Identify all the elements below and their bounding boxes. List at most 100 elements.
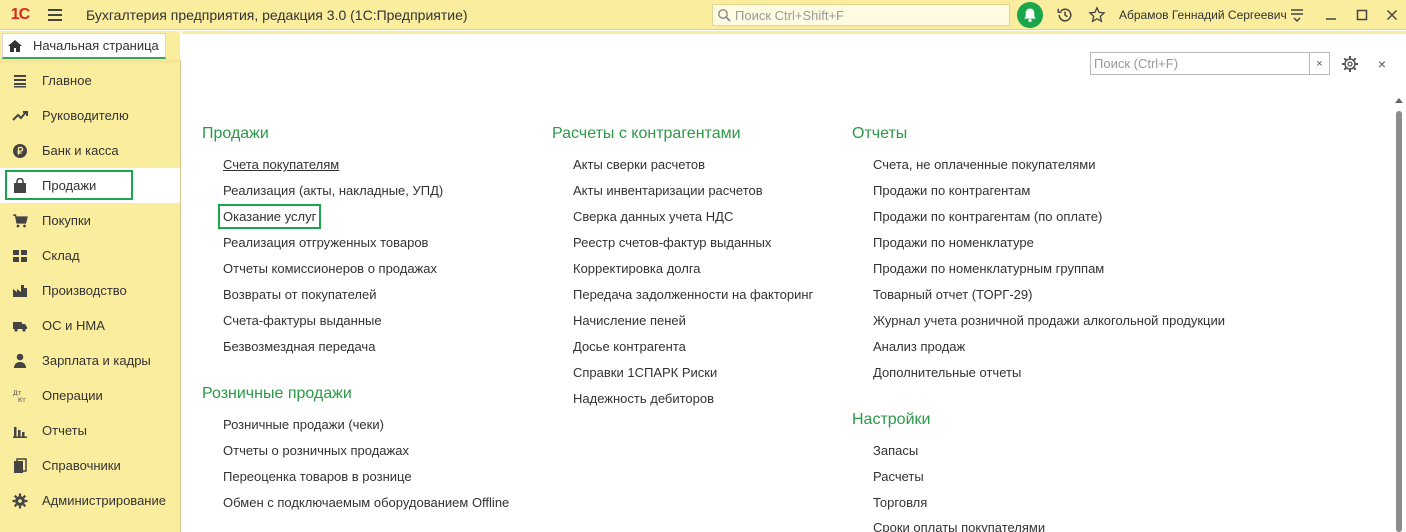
section-title-sales: Продажи [202, 125, 269, 142]
sidebar-item-administration[interactable]: Администрирование [0, 483, 180, 518]
link-issued-invoice-register[interactable]: Реестр счетов-фактур выданных [573, 235, 771, 250]
tab-home-page[interactable]: Начальная страница [2, 33, 166, 59]
scroll-up-arrow-icon[interactable] [1395, 98, 1403, 103]
trend-icon [12, 108, 28, 124]
app-logo[interactable]: 1С [0, 0, 40, 30]
link-retail-reports[interactable]: Отчеты о розничных продажах [223, 443, 409, 458]
link-settings-payment-terms[interactable]: Сроки оплаты покупателями [873, 520, 1045, 532]
link-issued-invoices[interactable]: Счета-фактуры выданные [223, 313, 382, 328]
link-inventory-acts[interactable]: Акты инвентаризации расчетов [573, 183, 763, 198]
link-sales-by-counterparty-payment[interactable]: Продажи по контрагентам (по оплате) [873, 209, 1102, 224]
link-sales-by-item[interactable]: Продажи по номенклатуре [873, 235, 1034, 250]
link-sales-analysis[interactable]: Анализ продаж [873, 339, 965, 354]
sidebar-item-label: Склад [42, 248, 80, 263]
truck-icon [12, 318, 28, 334]
global-search-box[interactable] [712, 4, 1010, 26]
gear-icon [12, 493, 28, 509]
link-factoring-transfer[interactable]: Передача задолженности на факторинг [573, 287, 813, 302]
link-additional-reports[interactable]: Дополнительные отчеты [873, 365, 1021, 380]
link-reconciliation-acts[interactable]: Акты сверки расчетов [573, 157, 705, 172]
search-icon [717, 8, 731, 22]
link-settings-inventory[interactable]: Запасы [873, 443, 918, 458]
panel-search-box[interactable]: × [1090, 52, 1330, 75]
minimize-icon[interactable] [1318, 3, 1344, 27]
sidebar-item-operations[interactable]: Дт Кт Операции [0, 378, 180, 413]
clear-search-button[interactable]: × [1309, 53, 1329, 74]
sidebar-item-bank[interactable]: Банк и касса [0, 133, 180, 168]
cart-icon [12, 213, 28, 229]
scroll-thumb[interactable] [1396, 111, 1402, 532]
svg-text:Кт: Кт [18, 397, 26, 404]
link-sales-by-item-group[interactable]: Продажи по номенклатурным группам [873, 261, 1104, 276]
link-debtor-reliability[interactable]: Надежность дебиторов [573, 391, 714, 406]
link-retail-revaluation[interactable]: Переоценка товаров в рознице [223, 469, 412, 484]
current-user[interactable]: Абрамов Геннадий Сергеевич [1119, 8, 1287, 22]
link-settings-settlements[interactable]: Расчеты [873, 469, 924, 484]
dt-kt-icon: Дт Кт [12, 388, 28, 404]
settings-menu-icon[interactable] [1284, 3, 1310, 27]
factory-icon [12, 283, 28, 299]
link-sales-by-counterparty[interactable]: Продажи по контрагентам [873, 183, 1030, 198]
panel-top-border [182, 31, 1406, 34]
link-settings-trade[interactable]: Торговля [873, 495, 927, 510]
favorites-star-icon[interactable] [1084, 3, 1110, 27]
history-icon[interactable] [1052, 3, 1078, 27]
global-search-input[interactable] [735, 7, 1005, 23]
link-retail-receipts[interactable]: Розничные продажи (чеки) [223, 417, 384, 432]
sidebar-item-directories[interactable]: Справочники [0, 448, 180, 483]
link-sales-documents[interactable]: Реализация (акты, накладные, УПД) [223, 183, 443, 198]
link-debt-adjustment[interactable]: Корректировка долга [573, 261, 701, 276]
sidebar-item-salary[interactable]: Зарплата и кадры [0, 343, 180, 378]
link-services-rendered[interactable]: Оказание услуг [217, 204, 322, 229]
sidebar-item-label: Главное [42, 73, 92, 88]
sidebar-item-label: Продажи [42, 178, 97, 193]
link-free-transfer[interactable]: Безвозмездная передача [223, 339, 375, 354]
sidebar-item-production[interactable]: Производство [0, 273, 180, 308]
sidebar-item-manager[interactable]: Руководителю [0, 98, 180, 133]
link-customer-returns[interactable]: Возвраты от покупателей [223, 287, 377, 302]
maximize-icon[interactable] [1349, 3, 1375, 27]
sidebar-item-label: Производство [42, 283, 127, 298]
panel-settings-gear-icon[interactable] [1339, 53, 1361, 75]
link-shipped-goods-sales[interactable]: Реализация отгруженных товаров [223, 235, 428, 250]
sidebar-item-label: Администрирование [42, 493, 166, 508]
section-title-retail: Розничные продажи [202, 385, 352, 402]
sidebar-item-label: Руководителю [42, 108, 129, 123]
link-counterparty-dossier[interactable]: Досье контрагента [573, 339, 686, 354]
books-icon [12, 457, 28, 474]
link-vat-reconciliation[interactable]: Сверка данных учета НДС [573, 209, 733, 224]
link-commissioner-reports[interactable]: Отчеты комиссионеров о продажах [223, 261, 437, 276]
main-menu-icon[interactable] [40, 0, 70, 30]
link-torg29-report[interactable]: Товарный отчет (ТОРГ-29) [873, 287, 1032, 302]
notifications-bell-icon[interactable] [1017, 2, 1043, 28]
app-title: Бухгалтерия предприятия, редакция 3.0 (1… [86, 6, 468, 23]
panel-close-button[interactable]: × [1372, 53, 1392, 75]
home-icon [7, 39, 23, 53]
tab-home-label: Начальная страница [33, 38, 159, 53]
window-close-icon[interactable] [1379, 3, 1405, 27]
shopping-bag-icon [12, 177, 28, 194]
sidebar-item-warehouse[interactable]: Склад [0, 238, 180, 273]
sidebar-item-fixed-assets[interactable]: ОС и НМА [0, 308, 180, 343]
list-icon [12, 73, 28, 89]
bar-chart-icon [12, 423, 28, 439]
vertical-scrollbar[interactable] [1392, 93, 1406, 532]
sidebar-item-label: Операции [42, 388, 103, 403]
sidebar-item-main[interactable]: Главное [0, 63, 180, 98]
warehouse-icon [12, 248, 28, 264]
link-alcohol-retail-journal[interactable]: Журнал учета розничной продажи алкогольн… [873, 313, 1225, 328]
link-offline-equipment[interactable]: Обмен с подключаемым оборудованием Offli… [223, 495, 509, 510]
ruble-coin-icon [12, 143, 28, 159]
link-customer-invoices[interactable]: Счета покупателям [223, 157, 339, 172]
tab-bar: Начальная страница [0, 31, 180, 59]
sidebar-item-reports[interactable]: Отчеты [0, 413, 180, 448]
sidebar-item-sales[interactable]: Продажи [0, 168, 180, 203]
link-spark-risks[interactable]: Справки 1СПАРК Риски [573, 365, 717, 380]
person-icon [12, 353, 28, 369]
panel-search-input[interactable] [1091, 53, 1309, 74]
link-unpaid-invoices[interactable]: Счета, не оплаченные покупателями [873, 157, 1095, 172]
sidebar-item-purchases[interactable]: Покупки [0, 203, 180, 238]
section-title-settings: Настройки [852, 411, 931, 428]
sales-panel: × × Продажи Счета покупателям Реализация… [182, 31, 1406, 532]
link-penalty-accrual[interactable]: Начисление пеней [573, 313, 686, 328]
